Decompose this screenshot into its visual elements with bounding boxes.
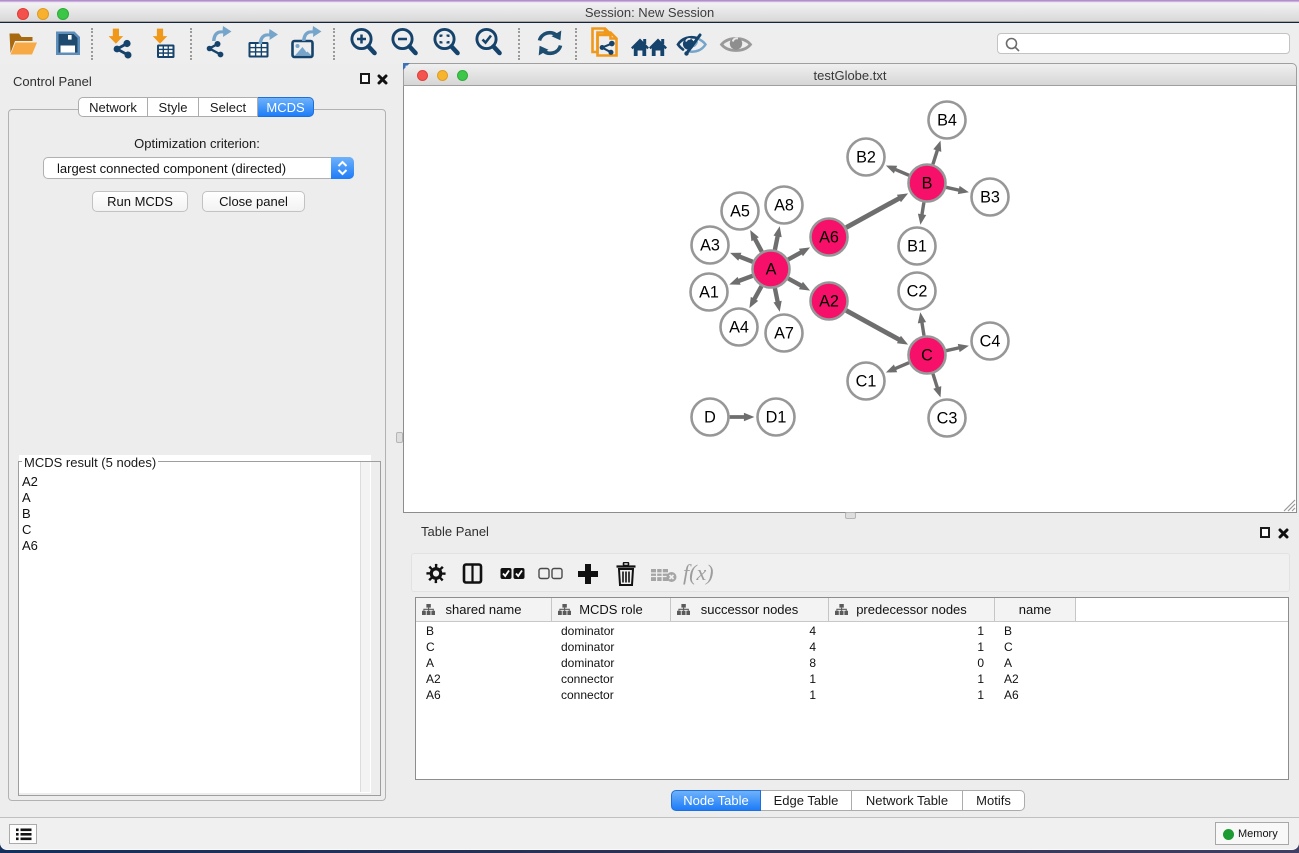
svg-text:D1: D1 [766, 409, 787, 427]
svg-text:B: B [922, 175, 933, 193]
svg-text:A5: A5 [730, 203, 750, 221]
svg-text:B4: B4 [937, 112, 957, 130]
svg-text:B2: B2 [856, 149, 876, 167]
svg-text:A4: A4 [729, 319, 749, 337]
svg-text:C2: C2 [907, 283, 928, 301]
svg-text:A2: A2 [819, 293, 839, 311]
svg-text:D: D [704, 409, 716, 427]
svg-text:B1: B1 [907, 238, 927, 256]
svg-text:B3: B3 [980, 189, 1000, 207]
svg-text:C: C [921, 347, 933, 365]
svg-text:A: A [766, 261, 777, 279]
svg-text:A1: A1 [699, 284, 719, 302]
svg-text:C4: C4 [980, 333, 1001, 351]
svg-text:C1: C1 [856, 373, 877, 391]
svg-text:C3: C3 [937, 410, 958, 428]
svg-text:A7: A7 [774, 325, 794, 343]
svg-text:A6: A6 [819, 229, 839, 247]
svg-text:A8: A8 [774, 197, 794, 215]
svg-text:A3: A3 [700, 237, 720, 255]
